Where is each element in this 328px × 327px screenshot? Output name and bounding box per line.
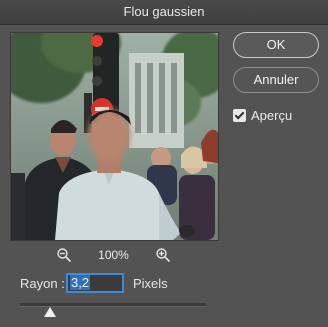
preview-checkbox[interactable]	[233, 108, 246, 122]
radius-input[interactable]: 3,2	[66, 273, 124, 293]
zoom-level: 100%	[98, 248, 129, 262]
dialog-title: Flou gaussien	[0, 0, 328, 25]
ok-button[interactable]: OK	[233, 32, 319, 58]
cancel-button[interactable]: Annuler	[233, 67, 319, 93]
street-photo	[11, 33, 218, 240]
radius-value: 3,2	[70, 275, 91, 290]
radius-label: Rayon :	[20, 276, 65, 291]
zoom-out-icon[interactable]	[56, 247, 72, 263]
zoom-controls: 100%	[10, 246, 217, 264]
preview-label: Aperçu	[251, 107, 293, 123]
zoom-in-icon[interactable]	[155, 247, 171, 263]
radius-slider-thumb[interactable]	[44, 307, 56, 317]
radius-unit: Pixels	[133, 276, 168, 291]
preview-image[interactable]	[10, 32, 219, 241]
preview-toggle[interactable]: Aperçu	[233, 107, 292, 123]
